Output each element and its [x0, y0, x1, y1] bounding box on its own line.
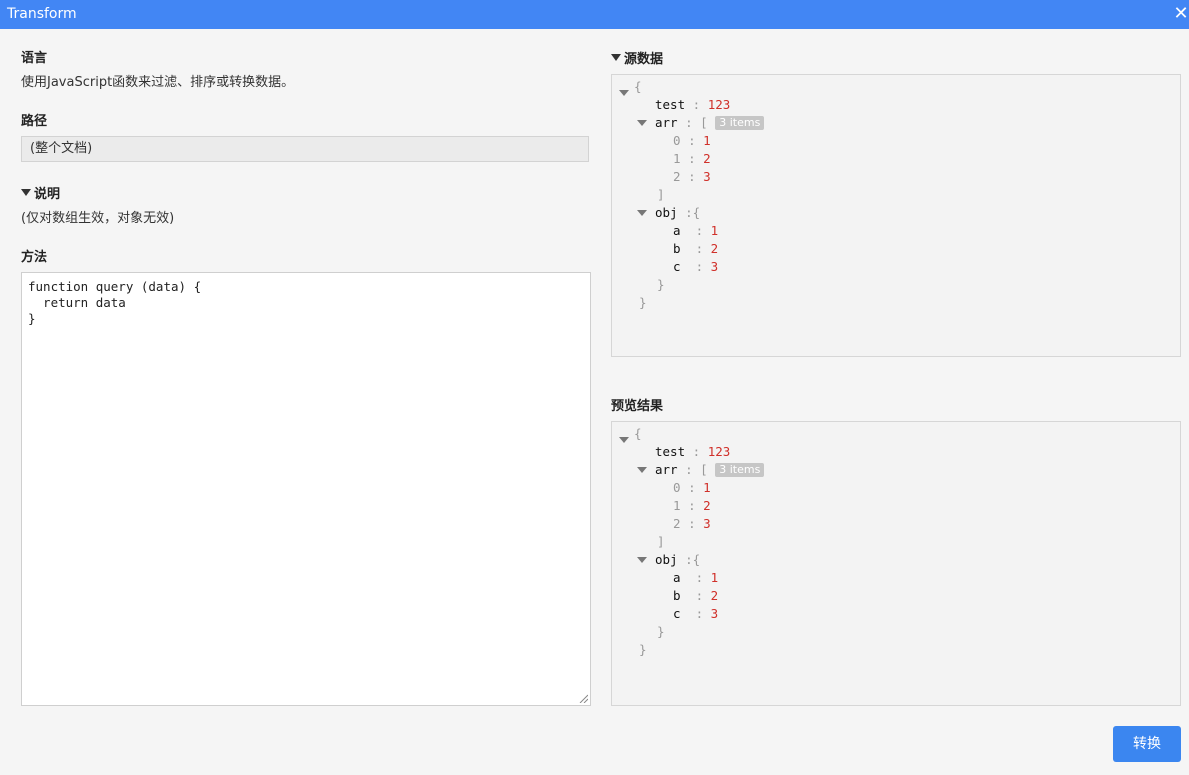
convert-button[interactable]: 转换	[1113, 726, 1181, 762]
preview-data-tree: { test : 123 arr : [ 3 items 0 : 1 1 : 2…	[611, 421, 1181, 706]
tree-row-obj-item: c : 3	[673, 606, 719, 621]
expand-caret-icon[interactable]	[637, 467, 647, 473]
caret-down-icon	[21, 189, 31, 196]
tree-row-arr: arr : [ 3 items	[655, 461, 765, 479]
tree-row-obj-item: a : 1	[673, 570, 719, 585]
window-titlebar: Transform ✕	[0, 0, 1189, 29]
tree-row-obj-item: b : 2	[673, 588, 719, 603]
path-field[interactable]: (整个文档)	[21, 136, 589, 162]
tree-row-obj-item: c : 3	[673, 259, 719, 274]
tree-row-obj: obj :{	[655, 552, 701, 567]
tree-arr-close: ]	[657, 534, 665, 549]
tree-row-arr-item: 2 : 3	[673, 169, 711, 184]
expand-caret-icon[interactable]	[619, 437, 629, 443]
preview-label: 预览结果	[611, 399, 664, 414]
tree-row-obj-item: a : 1	[673, 223, 719, 238]
language-description: 使用JavaScript函数来过滤、排序或转换数据。	[21, 75, 295, 90]
resize-grip-icon[interactable]	[578, 693, 588, 703]
tree-row-test: test : 123	[655, 444, 731, 459]
source-data-toggle[interactable]: 源数据	[611, 52, 663, 68]
tree-row-arr-item: 0 : 1	[673, 133, 711, 148]
tree-close-brace: }	[639, 642, 647, 657]
expand-caret-icon[interactable]	[637, 557, 647, 563]
path-label: 路径	[21, 114, 48, 129]
tree-row-obj-item: b : 2	[673, 241, 719, 256]
tree-obj-close: }	[657, 277, 665, 292]
tree-arr-close: ]	[657, 187, 665, 202]
tree-row-arr: arr : [ 3 items	[655, 114, 765, 132]
tree-open-brace: {	[634, 79, 642, 94]
window-title: Transform	[7, 6, 77, 22]
items-count-badge: 3 items	[715, 116, 765, 130]
tree-row-arr-item: 2 : 3	[673, 516, 711, 531]
note-toggle[interactable]: 说明	[21, 187, 60, 203]
tree-row-test: test : 123	[655, 97, 731, 112]
source-data-tree: { test : 123 arr : [ 3 items 0 : 1 1 : 2…	[611, 74, 1181, 357]
method-code-editor[interactable]	[21, 272, 591, 706]
expand-caret-icon[interactable]	[637, 120, 647, 126]
source-data-label: 源数据	[624, 52, 664, 67]
tree-row-obj: obj :{	[655, 205, 701, 220]
tree-row-arr-item: 1 : 2	[673, 498, 711, 513]
expand-caret-icon[interactable]	[619, 90, 629, 96]
tree-row-arr-item: 1 : 2	[673, 151, 711, 166]
tree-close-brace: }	[639, 295, 647, 310]
tree-row-arr-item: 0 : 1	[673, 480, 711, 495]
method-label: 方法	[21, 250, 48, 265]
note-text: (仅对数组生效，对象无效)	[21, 211, 175, 226]
tree-open-brace: {	[634, 426, 642, 441]
language-label: 语言	[21, 51, 48, 66]
caret-down-icon	[611, 54, 621, 61]
close-icon[interactable]: ✕	[1173, 4, 1189, 24]
tree-obj-close: }	[657, 624, 665, 639]
note-label: 说明	[34, 187, 61, 202]
items-count-badge: 3 items	[715, 463, 765, 477]
expand-caret-icon[interactable]	[637, 210, 647, 216]
